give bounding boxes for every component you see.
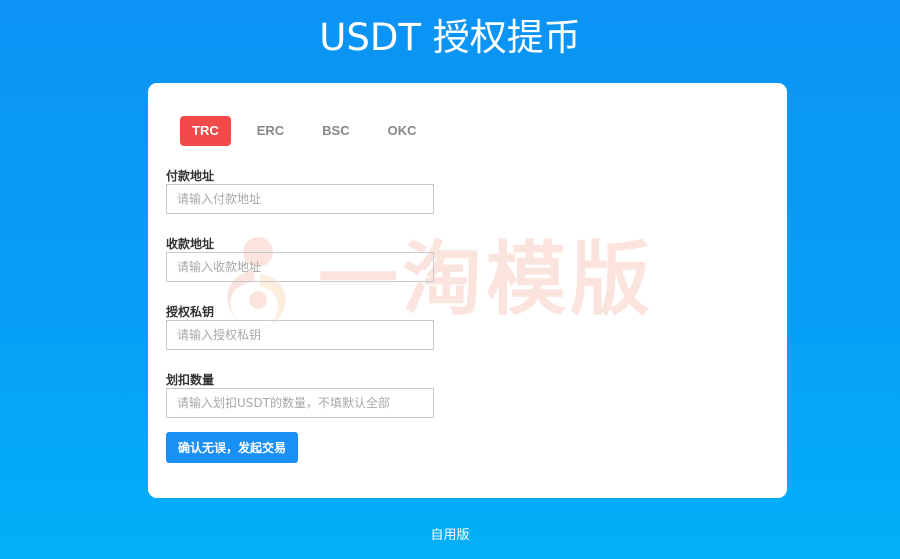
withdraw-form-card: TRC ERC BSC OKC 一淘模版 付款地址 收款地址 授权私钥 划扣数量… [148,83,787,498]
chain-tabs: TRC ERC BSC OKC [180,116,443,146]
tab-erc[interactable]: ERC [245,116,296,146]
receive-address-input[interactable] [166,252,434,282]
tab-trc[interactable]: TRC [180,116,231,146]
submit-transaction-button[interactable]: 确认无误，发起交易 [166,432,299,463]
amount-input[interactable] [166,388,434,418]
private-key-input[interactable] [166,320,434,350]
receive-address-label: 收款地址 [166,237,215,251]
private-key-label: 授权私钥 [166,305,215,319]
amount-label: 划扣数量 [166,373,215,387]
pay-address-label: 付款地址 [166,169,215,183]
footer-text: 自用版 [430,528,470,543]
tab-okc[interactable]: OKC [376,116,429,146]
pay-address-input[interactable] [166,184,434,214]
page-title: USDT 授权提币 [319,16,581,59]
tab-bsc[interactable]: BSC [310,116,361,146]
